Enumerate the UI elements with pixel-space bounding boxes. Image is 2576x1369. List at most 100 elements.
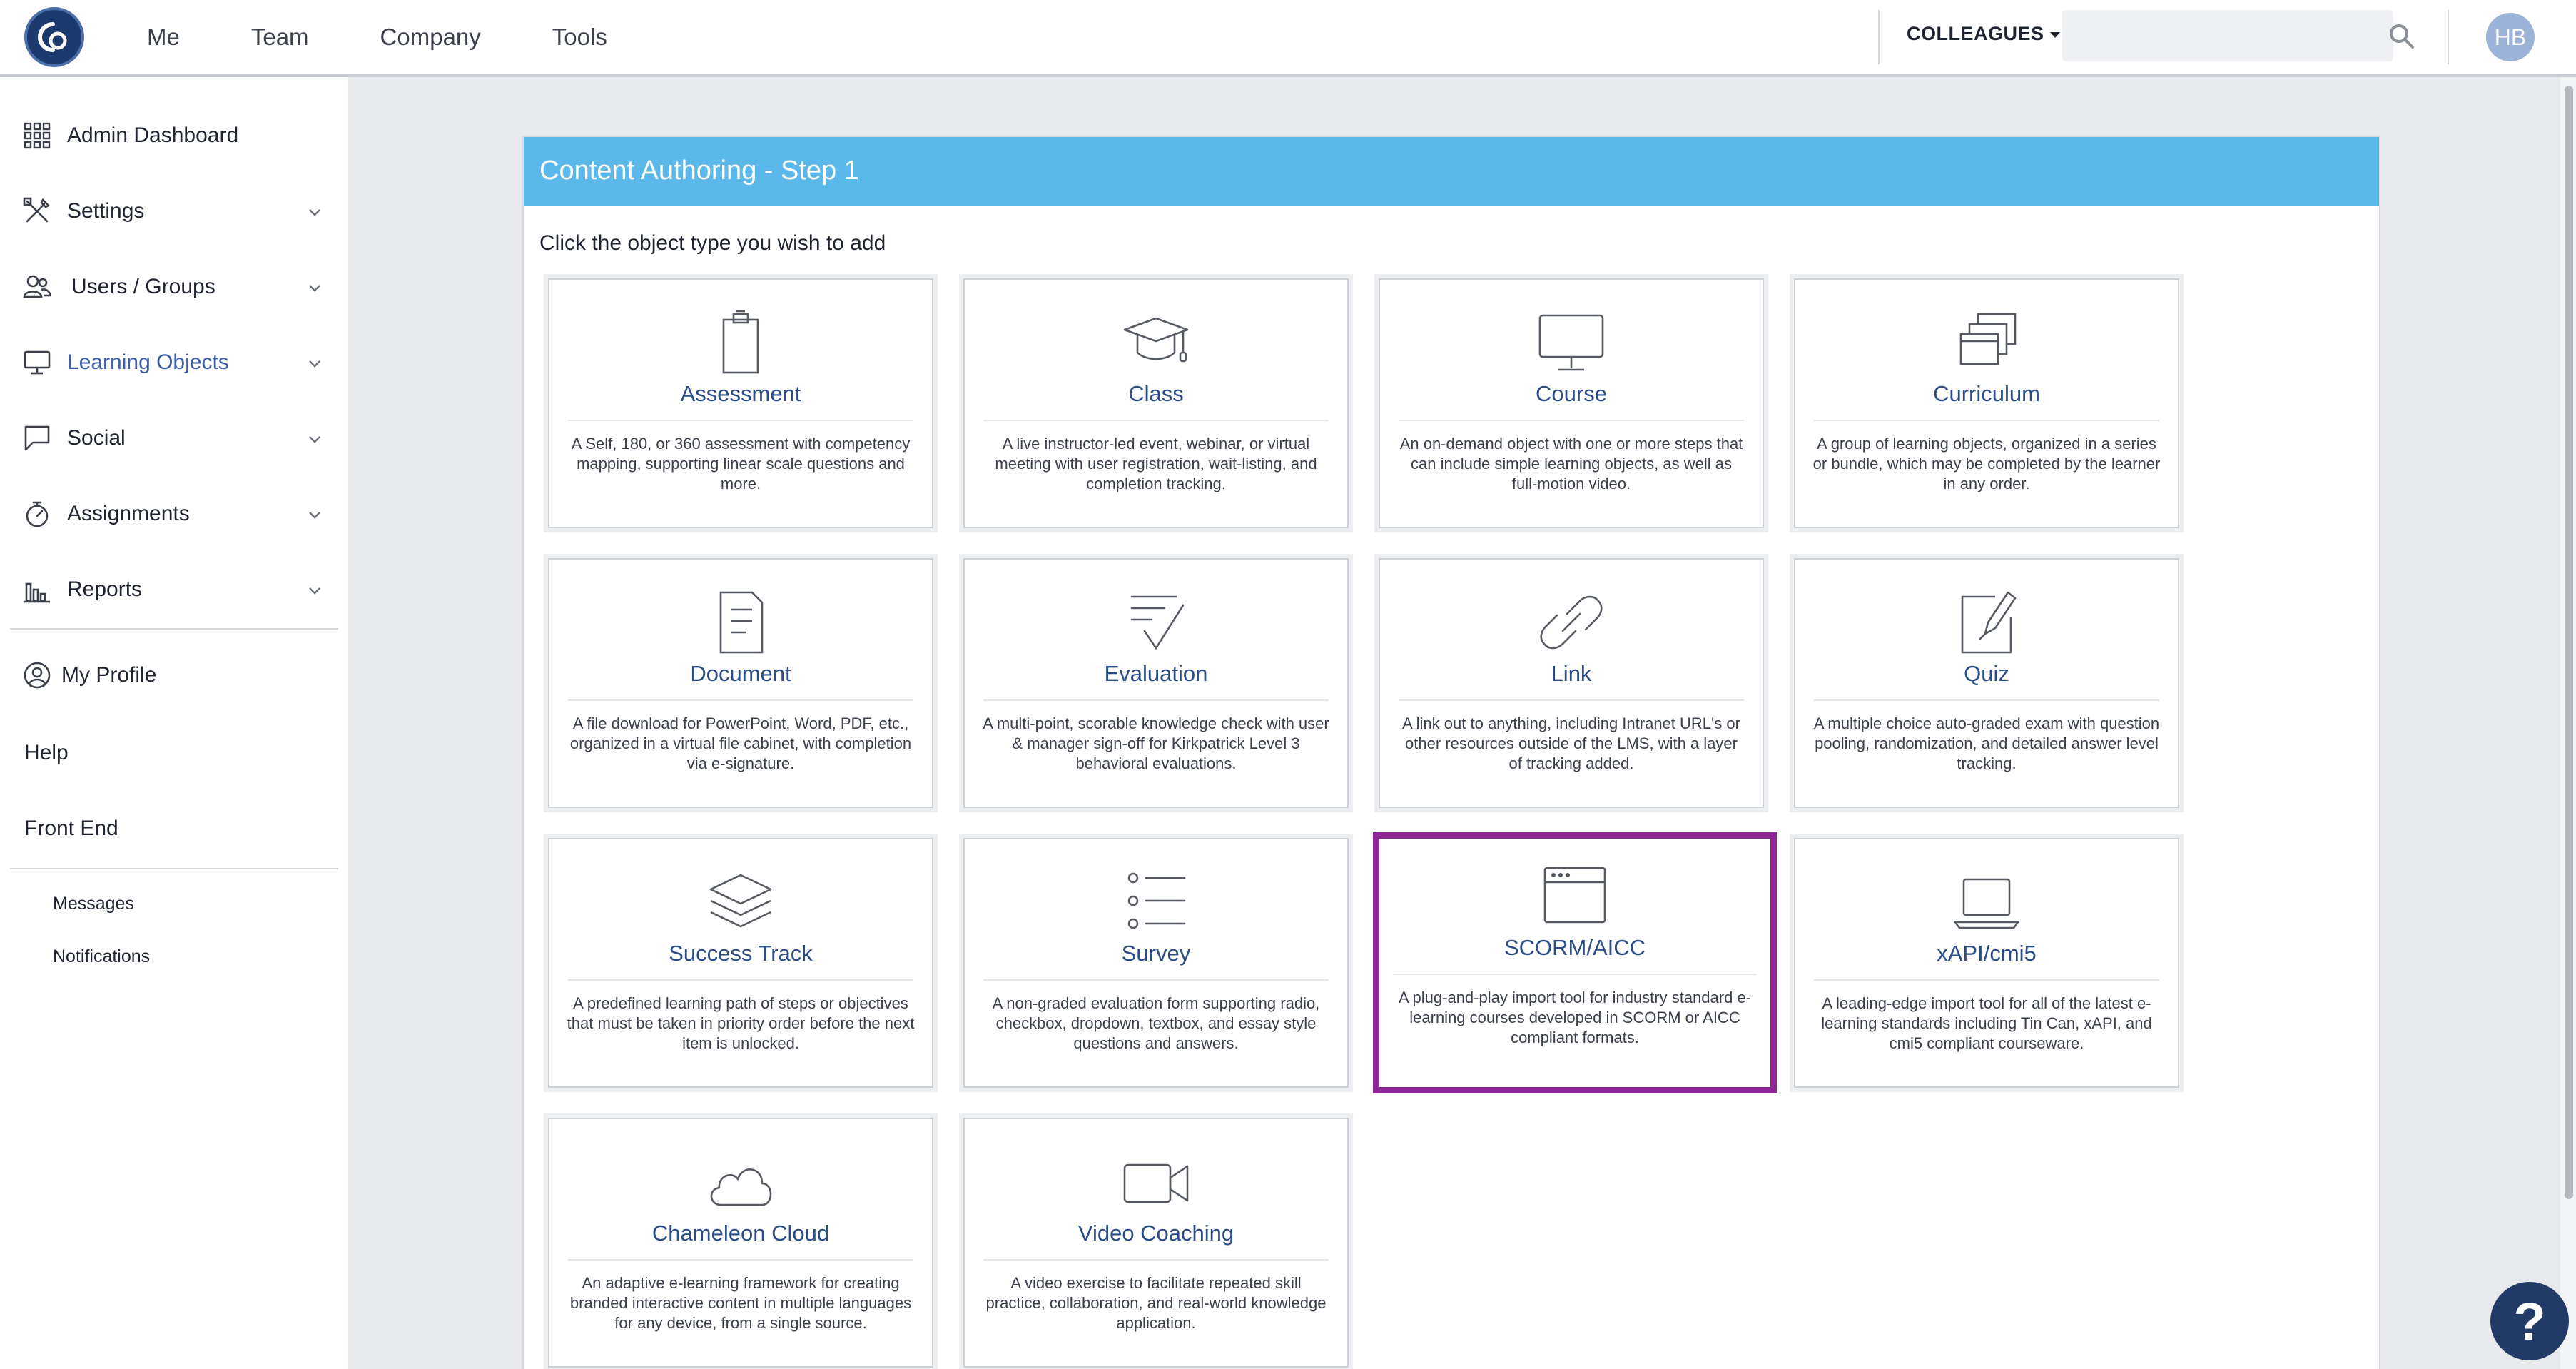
tile-description: A file download for PowerPoint, Word, PD…: [569, 714, 912, 772]
scrollbar-thumb[interactable]: [2565, 86, 2573, 1199]
nav-team[interactable]: Team: [251, 24, 309, 51]
clipboard-icon: [722, 310, 759, 374]
sidebar-item-admin-dashboard[interactable]: Admin Dashboard: [0, 107, 338, 164]
sidebar-item-label: Learning Objects: [67, 350, 229, 374]
search-input[interactable]: [2062, 10, 2393, 61]
sidebar-item-settings[interactable]: Settings: [0, 183, 338, 240]
top-navigation-bar: Me Team Company Tools COLLEAGUES HB: [0, 0, 2576, 77]
tile-description: A leading-edge import tool for all of th…: [1821, 994, 2152, 1052]
chevron-down-icon: [309, 209, 320, 216]
laptop-icon: [1954, 878, 2019, 929]
panel-header: Content Authoring - Step 1: [524, 137, 2379, 206]
tile-xapi-cmi5[interactable]: xAPI/cmi5 A leading-edge import tool for…: [1794, 838, 2179, 1088]
nav-company[interactable]: Company: [380, 24, 481, 51]
tile-description: A multiple choice auto-graded exam with …: [1813, 714, 2160, 772]
tile-link[interactable]: Link A link out to anything, including I…: [1379, 558, 1764, 808]
chat-icon: [24, 425, 50, 451]
tile-description: A link out to anything, including Intran…: [1402, 714, 1740, 772]
tile-course[interactable]: Course An on-demand object with one or m…: [1379, 278, 1764, 528]
tile-divider: [983, 420, 1329, 421]
sidebar-item-users-groups[interactable]: Users / Groups: [0, 258, 338, 315]
sidebar-item-assignments[interactable]: Assignments: [0, 485, 338, 542]
tile-document[interactable]: Document A file download for PowerPoint,…: [548, 558, 933, 808]
sidebar-divider: [10, 868, 338, 869]
tile-description: A plug-and-play import tool for industry…: [1398, 989, 1752, 1046]
tile-evaluation[interactable]: Evaluation A multi-point, scorable knowl…: [963, 558, 1349, 808]
sidebar-item-label: Users / Groups: [71, 275, 215, 298]
tile-quiz[interactable]: Quiz A multiple choice auto-graded exam …: [1794, 558, 2179, 808]
sidebar-item-label: Reports: [67, 577, 143, 601]
sidebar-divider: [10, 628, 338, 630]
sidebar-item-label: My Profile: [61, 663, 157, 687]
tile-title: Assessment: [680, 381, 801, 406]
user-avatar[interactable]: HB: [2486, 13, 2535, 61]
tile-divider: [568, 979, 913, 981]
tile-title: Document: [690, 661, 791, 686]
tile-divider: [568, 420, 913, 421]
tile-title: Curriculum: [1933, 381, 2040, 406]
tile-description: A predefined learning path of steps or o…: [567, 994, 915, 1052]
tile-title: Video Coaching: [1077, 1221, 1234, 1246]
tile-title: Course: [1536, 381, 1607, 406]
tile-success-track[interactable]: Success Track A predefined learning path…: [548, 838, 933, 1088]
colleagues-dropdown[interactable]: COLLEAGUES: [1907, 23, 2060, 45]
sidebar-item-messages[interactable]: Messages: [53, 894, 134, 914]
chevron-down-icon: [309, 512, 320, 519]
tile-divider: [1399, 699, 1744, 701]
list-icon: [1127, 872, 1186, 929]
users-icon: [23, 275, 51, 298]
sidebar-item-notifications[interactable]: Notifications: [53, 946, 150, 967]
tile-scorm-aicc[interactable]: SCORM/AICC A plug-and-play import tool f…: [1373, 832, 1777, 1093]
tile-curriculum[interactable]: Curriculum A group of learning objects, …: [1794, 278, 2179, 528]
sidebar-item-help[interactable]: Help: [24, 741, 69, 765]
chevron-down-icon: [309, 360, 320, 368]
video-camera-icon: [1123, 1163, 1189, 1203]
primary-nav: Me Team Company Tools: [147, 0, 679, 74]
tile-assessment[interactable]: Assessment A Self, 180, or 360 assessmen…: [548, 278, 933, 528]
tile-description: A multi-point, scorable knowledge check …: [983, 714, 1329, 772]
help-button[interactable]: ?: [2490, 1282, 2569, 1360]
divider: [1878, 10, 1880, 64]
user-circle-icon: [24, 662, 51, 689]
tile-divider: [983, 1259, 1329, 1261]
sidebar-item-label: Settings: [67, 199, 145, 223]
link-icon: [1540, 595, 1603, 650]
tile-description: A Self, 180, or 360 assessment with comp…: [571, 435, 911, 492]
pencil-paper-icon: [1961, 591, 2017, 654]
tile-divider: [568, 1259, 913, 1261]
company-logo[interactable]: [24, 7, 84, 67]
tile-class[interactable]: Class A live instructor-led event, webin…: [963, 278, 1349, 528]
tile-chameleon-cloud[interactable]: Chameleon Cloud An adaptive e-learning f…: [548, 1118, 933, 1368]
nav-tools[interactable]: Tools: [552, 24, 607, 51]
cloud-icon: [710, 1168, 772, 1206]
nav-me[interactable]: Me: [147, 24, 180, 51]
tile-title: Quiz: [1964, 661, 2009, 686]
chevron-down-icon: [309, 285, 320, 292]
tile-divider: [1393, 974, 1757, 975]
tile-description: A non-graded evaluation form supporting …: [992, 994, 1320, 1052]
tile-description: A group of learning objects, organized i…: [1812, 435, 2161, 492]
sidebar-item-front-end[interactable]: Front End: [24, 817, 118, 841]
tile-title: Class: [1128, 381, 1184, 406]
tile-divider: [1814, 420, 2159, 421]
sidebar-item-my-profile[interactable]: My Profile: [0, 647, 338, 704]
tile-title: Chameleon Cloud: [651, 1221, 830, 1246]
tile-video-coaching[interactable]: Video Coaching A video exercise to facil…: [963, 1118, 1349, 1368]
tile-description: An on-demand object with one or more ste…: [1399, 435, 1743, 492]
stopwatch-icon: [26, 501, 49, 527]
tile-divider: [568, 699, 913, 701]
sidebar-item-reports[interactable]: Reports: [0, 561, 338, 618]
tile-description: An adaptive e-learning framework for cre…: [569, 1274, 912, 1332]
tools-icon: [23, 197, 51, 223]
search-icon[interactable]: [2388, 23, 2415, 50]
sidebar-item-learning-objects[interactable]: Learning Objects: [0, 334, 338, 391]
sidebar-item-label: Admin Dashboard: [67, 123, 239, 147]
colleagues-label: COLLEAGUES: [1907, 23, 2044, 44]
tile-survey[interactable]: Survey A non-graded evaluation form supp…: [963, 838, 1349, 1088]
instruction-text: Click the object type you wish to add: [539, 231, 886, 255]
tile-divider: [1814, 979, 2159, 981]
monitor-icon: [1538, 314, 1604, 371]
tile-divider: [1399, 420, 1744, 421]
sidebar-item-social[interactable]: Social: [0, 410, 338, 467]
tile-title: Survey: [1121, 941, 1191, 966]
